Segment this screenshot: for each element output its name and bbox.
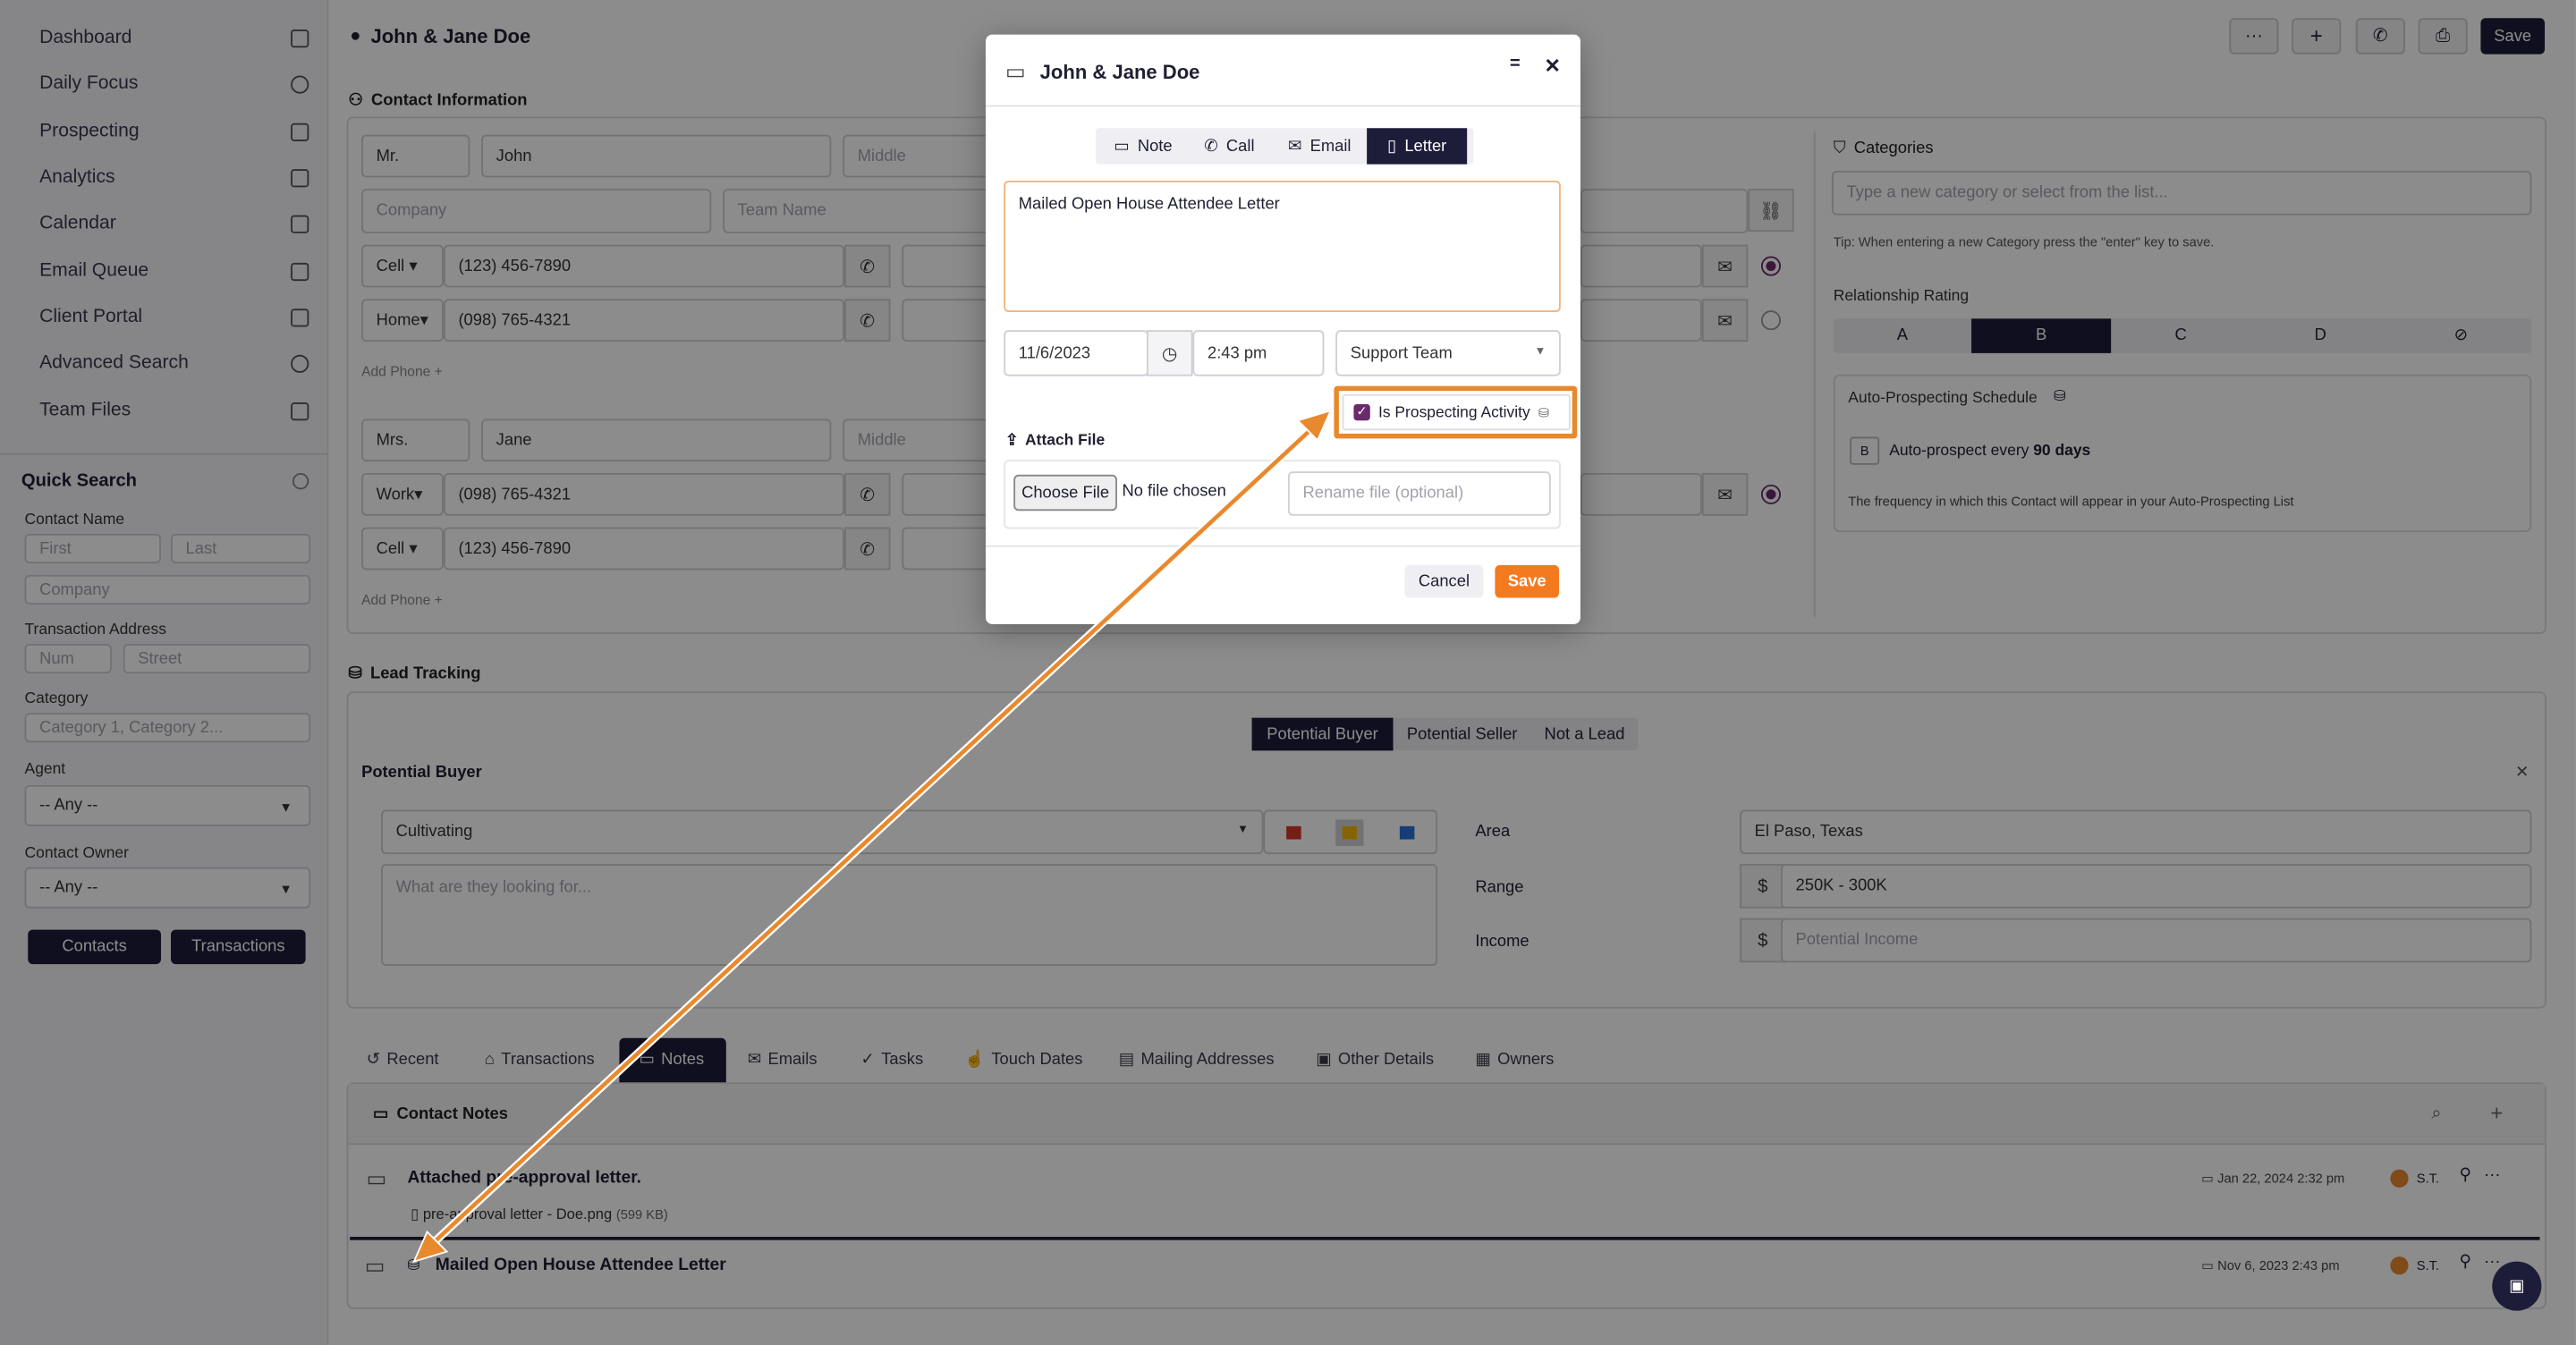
modal-title: John & Jane Doe	[1039, 60, 1200, 84]
clock-icon[interactable]: ◷	[1147, 330, 1193, 376]
date-field[interactable]: 11/6/2023	[1004, 330, 1148, 376]
close-icon[interactable]: ✕	[1544, 55, 1560, 78]
tab-label: Call	[1225, 137, 1255, 156]
prospecting-label: Is Prospecting Activity	[1377, 402, 1530, 422]
floating-save-icon[interactable]: ▣	[2492, 1261, 2542, 1311]
modal-save-button[interactable]: Save	[1495, 564, 1560, 598]
tab-label: Letter	[1404, 137, 1447, 156]
tab-label: Email	[1309, 137, 1352, 156]
tab-note[interactable]: ▭ Note	[1114, 128, 1172, 164]
mail-icon: ✉	[1287, 137, 1302, 156]
note-modal: ▭ John & Jane Doe = ✕ ▭ Note ✆ Call ✉ Email…	[986, 34, 1580, 624]
placeholder: Rename file (optional)	[1302, 484, 1464, 503]
prospecting-checkbox-row[interactable]: ✓ Is Prospecting Activity ⛁	[1342, 393, 1571, 431]
attach-file-title: ⇪ Attach File	[1005, 432, 1105, 450]
team-select[interactable]: Support Team ▼	[1335, 330, 1561, 376]
comment-icon: ▭	[1114, 137, 1130, 156]
no-file-text: No file chosen	[1122, 482, 1226, 502]
time-field[interactable]: 2:43 pm	[1192, 330, 1325, 376]
section-title-text: Attach File	[1025, 432, 1106, 451]
choose-file-button[interactable]: Choose File	[1013, 474, 1117, 512]
team-value: Support Team	[1350, 343, 1453, 362]
modal-footer-divider	[986, 545, 1580, 547]
cancel-button[interactable]: Cancel	[1404, 564, 1484, 598]
tab-letter[interactable]: ▯ Letter	[1367, 128, 1468, 165]
tab-email[interactable]: ✉ Email	[1288, 128, 1352, 164]
chevron-down-icon: ▼	[1534, 346, 1546, 359]
rename-file-input[interactable]: Rename file (optional)	[1287, 471, 1551, 516]
note-body-textarea[interactable]: Mailed Open House Attendee Letter	[1004, 181, 1561, 312]
tab-label: Note	[1137, 137, 1173, 156]
upload-icon: ⇪	[1005, 432, 1019, 451]
tab-call[interactable]: ✆ Call	[1204, 128, 1254, 164]
checkbox-checked-icon[interactable]: ✓	[1353, 403, 1370, 421]
phone-icon: ✆	[1204, 137, 1218, 156]
modal-header-divider	[986, 105, 1580, 107]
app-root: Dashboard Daily Focus Prospecting Analyt…	[0, 0, 2576, 1345]
comment-icon: ▭	[1005, 59, 1026, 84]
letter-icon: ▯	[1387, 137, 1397, 156]
minimize-icon[interactable]: =	[1510, 55, 1521, 74]
money-bag-icon: ⛁	[1538, 404, 1550, 420]
